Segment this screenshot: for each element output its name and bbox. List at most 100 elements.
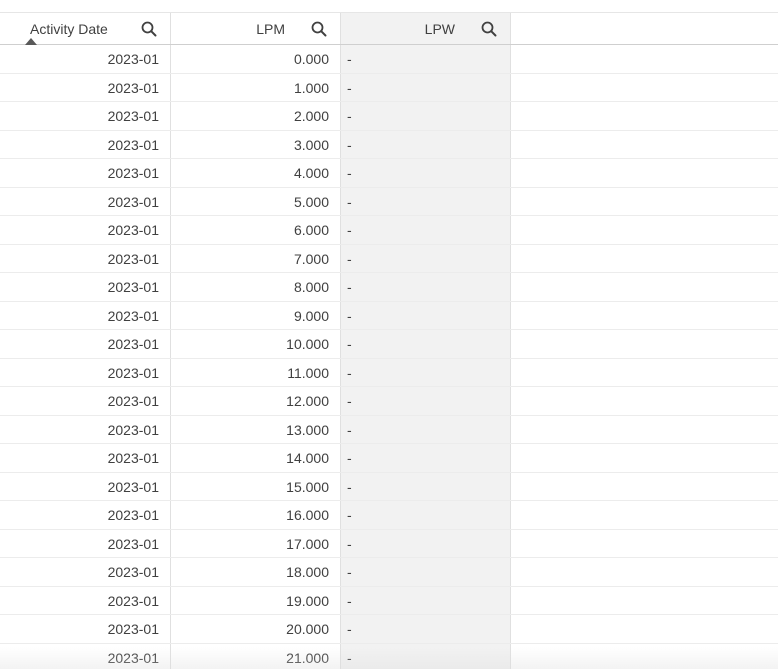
cell-lpw[interactable]: - xyxy=(341,358,511,386)
column-label: LPW xyxy=(424,21,455,37)
cell-lpm[interactable]: 0.000 xyxy=(171,45,341,73)
table-row[interactable]: 2023-01 5.000- xyxy=(0,187,778,216)
column-header-lpm[interactable]: LPM xyxy=(171,13,341,44)
cell-activity-date[interactable]: 2023-01 xyxy=(0,102,171,130)
cell-lpw[interactable]: - xyxy=(341,187,511,215)
table-row[interactable]: 2023-01 3.000- xyxy=(0,130,778,159)
cell-activity-date[interactable]: 2023-01 xyxy=(0,472,171,500)
cell-lpm[interactable]: 11.000 xyxy=(171,358,341,386)
cell-lpm[interactable]: 20.000 xyxy=(171,615,341,643)
table-row[interactable]: 2023-01 14.000- xyxy=(0,444,778,473)
cell-activity-date[interactable]: 2023-01 xyxy=(0,301,171,329)
cell-activity-date[interactable]: 2023-01 xyxy=(0,529,171,557)
cell-activity-date[interactable]: 2023-01 xyxy=(0,615,171,643)
cell-lpm[interactable]: 5.000 xyxy=(171,187,341,215)
cell-activity-date[interactable]: 2023-01 xyxy=(0,187,171,215)
cell-lpw[interactable]: - xyxy=(341,501,511,529)
search-icon[interactable] xyxy=(311,21,327,37)
cell-lpm[interactable]: 1.000 xyxy=(171,73,341,101)
cell-activity-date[interactable]: 2023-01 xyxy=(0,273,171,301)
cell-activity-date[interactable]: 2023-01 xyxy=(0,415,171,443)
cell-lpw[interactable]: - xyxy=(341,444,511,472)
cell-lpm[interactable]: 13.000 xyxy=(171,415,341,443)
cell-lpm[interactable]: 19.000 xyxy=(171,586,341,614)
cell-lpm[interactable]: 8.000 xyxy=(171,273,341,301)
column-label: LPM xyxy=(256,21,285,37)
table-row[interactable]: 2023-01 18.000- xyxy=(0,558,778,587)
cell-lpw[interactable]: - xyxy=(341,330,511,358)
cell-lpm[interactable]: 12.000 xyxy=(171,387,341,415)
table-body: 2023-01 0.000-2023-01 1.000-2023-01 2.000-2… xyxy=(0,45,778,669)
table-row[interactable]: 2023-01 15.000- xyxy=(0,472,778,501)
cell-activity-date[interactable]: 2023-01 xyxy=(0,501,171,529)
table-header: Activity Date LPM LPW xyxy=(0,13,778,45)
table-row[interactable]: 2023-01 1.000- xyxy=(0,73,778,102)
cell-lpm[interactable]: 17.000 xyxy=(171,529,341,557)
cell-lpw[interactable]: - xyxy=(341,45,511,73)
cell-lpw[interactable]: - xyxy=(341,558,511,586)
cell-lpm[interactable]: 14.000 xyxy=(171,444,341,472)
cell-lpw[interactable]: - xyxy=(341,586,511,614)
cell-lpw[interactable]: - xyxy=(341,130,511,158)
cell-lpm[interactable]: 21.000 xyxy=(171,643,341,669)
cell-activity-date[interactable]: 2023-01 xyxy=(0,586,171,614)
cell-lpm[interactable]: 2.000 xyxy=(171,102,341,130)
cell-lpw[interactable]: - xyxy=(341,102,511,130)
cell-lpm[interactable]: 4.000 xyxy=(171,159,341,187)
table-row[interactable]: 2023-01 20.000- xyxy=(0,615,778,644)
table-row[interactable]: 2023-01 12.000- xyxy=(0,387,778,416)
cell-lpw[interactable]: - xyxy=(341,73,511,101)
cell-lpw[interactable]: - xyxy=(341,472,511,500)
cell-lpm[interactable]: 3.000 xyxy=(171,130,341,158)
table-row[interactable]: 2023-01 4.000- xyxy=(0,159,778,188)
cell-activity-date[interactable]: 2023-01 xyxy=(0,387,171,415)
cell-activity-date[interactable]: 2023-01 xyxy=(0,130,171,158)
search-icon[interactable] xyxy=(481,21,497,37)
cell-lpm[interactable]: 9.000 xyxy=(171,301,341,329)
cell-lpw[interactable]: - xyxy=(341,244,511,272)
cell-lpw[interactable]: - xyxy=(341,615,511,643)
cell-lpw[interactable]: - xyxy=(341,415,511,443)
search-icon[interactable] xyxy=(141,21,157,37)
cell-lpm[interactable]: 15.000 xyxy=(171,472,341,500)
cell-activity-date[interactable]: 2023-01 xyxy=(0,643,171,669)
cell-activity-date[interactable]: 2023-01 xyxy=(0,330,171,358)
column-header-activity-date[interactable]: Activity Date xyxy=(0,13,171,45)
cell-lpw[interactable]: - xyxy=(341,387,511,415)
cell-lpw[interactable]: - xyxy=(341,159,511,187)
cell-activity-date[interactable]: 2023-01 xyxy=(0,358,171,386)
table-row[interactable]: 2023-01 8.000- xyxy=(0,273,778,302)
cell-activity-date[interactable]: 2023-01 xyxy=(0,244,171,272)
cell-lpw[interactable]: - xyxy=(341,529,511,557)
cell-lpw[interactable]: - xyxy=(341,301,511,329)
table-row[interactable]: 2023-01 2.000- xyxy=(0,102,778,131)
table-row[interactable]: 2023-01 19.000- xyxy=(0,586,778,615)
table-row[interactable]: 2023-01 11.000- xyxy=(0,358,778,387)
cell-lpm[interactable]: 18.000 xyxy=(171,558,341,586)
cell-lpm[interactable]: 16.000 xyxy=(171,501,341,529)
table-row[interactable]: 2023-01 17.000- xyxy=(0,529,778,558)
cell-activity-date[interactable]: 2023-01 xyxy=(0,159,171,187)
cell-activity-date[interactable]: 2023-01 xyxy=(0,558,171,586)
table-row[interactable]: 2023-01 10.000- xyxy=(0,330,778,359)
cell-activity-date[interactable]: 2023-01 xyxy=(0,73,171,101)
cell-lpw[interactable]: - xyxy=(341,643,511,669)
cell-activity-date[interactable]: 2023-01 xyxy=(0,216,171,244)
table-row[interactable]: 2023-01 16.000- xyxy=(0,501,778,530)
table-row[interactable]: 2023-01 21.000- xyxy=(0,643,778,669)
table-row[interactable]: 2023-01 9.000- xyxy=(0,301,778,330)
cell-lpw[interactable]: - xyxy=(341,273,511,301)
table-row[interactable]: 2023-01 7.000- xyxy=(0,244,778,273)
cell-lpm[interactable]: 10.000 xyxy=(171,330,341,358)
cell-activity-date[interactable]: 2023-01 xyxy=(0,45,171,73)
sort-ascending-icon[interactable] xyxy=(25,38,37,45)
cell-lpw[interactable]: - xyxy=(341,216,511,244)
column-header-lpw[interactable]: LPW xyxy=(341,13,511,44)
table-row[interactable]: 2023-01 13.000- xyxy=(0,415,778,444)
table-row[interactable]: 2023-01 0.000- xyxy=(0,45,778,74)
column-label: Activity Date xyxy=(30,21,108,37)
table-row[interactable]: 2023-01 6.000- xyxy=(0,216,778,245)
cell-lpm[interactable]: 7.000 xyxy=(171,244,341,272)
cell-activity-date[interactable]: 2023-01 xyxy=(0,444,171,472)
cell-lpm[interactable]: 6.000 xyxy=(171,216,341,244)
